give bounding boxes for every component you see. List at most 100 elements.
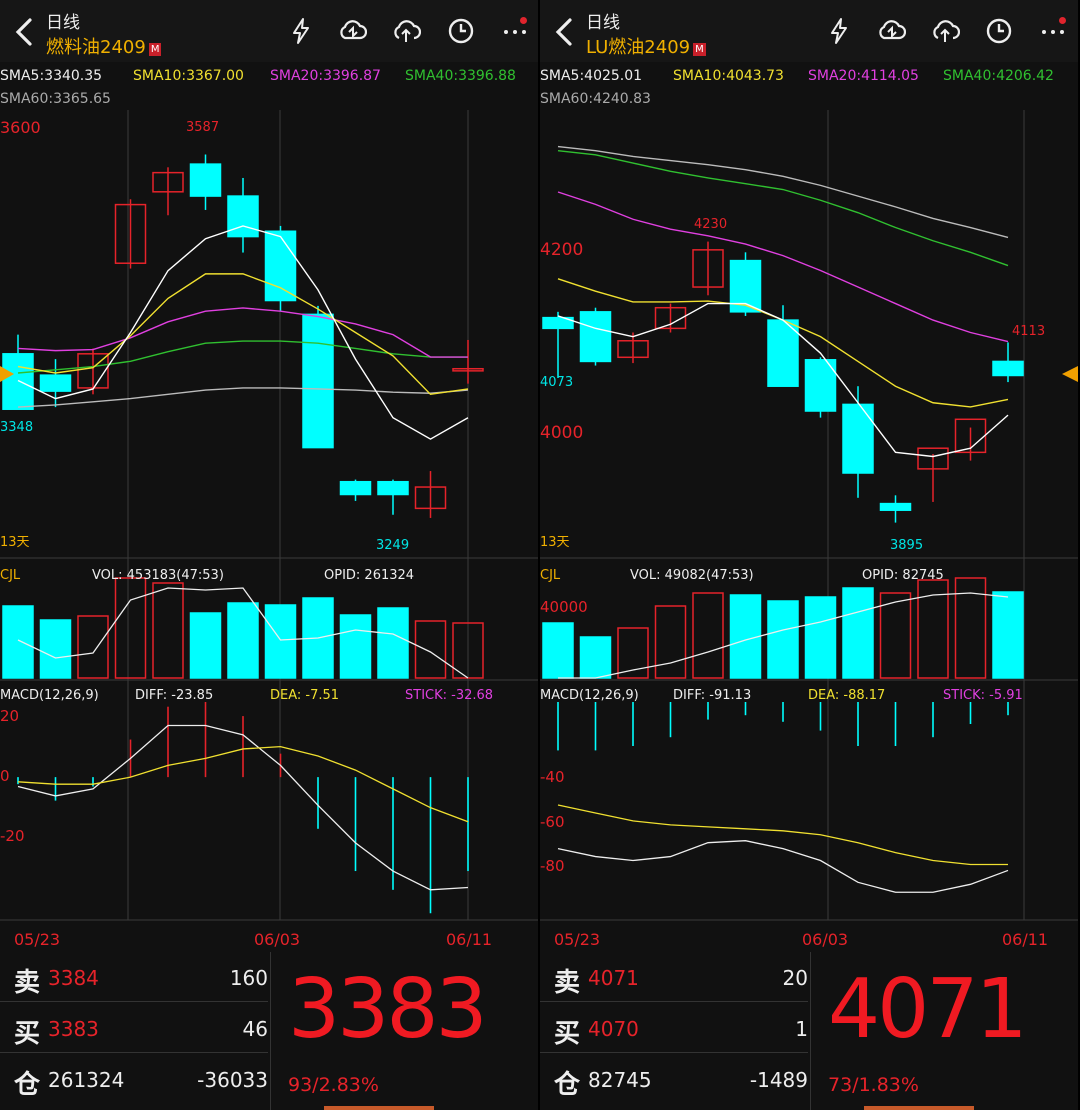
- buy-price: 4070: [588, 1017, 639, 1041]
- symbol-name: 燃料油2409: [46, 37, 146, 58]
- volume-bar: [879, 592, 912, 679]
- volume-bar: [767, 600, 799, 679]
- change-bar: [324, 1106, 434, 1110]
- period-label[interactable]: 日线: [46, 8, 80, 33]
- dea-line: [557, 804, 1008, 866]
- buy-label: 买: [14, 1019, 41, 1049]
- back-arrow-icon[interactable]: [10, 12, 40, 52]
- buy-row[interactable]: 买 3383 46: [0, 1003, 268, 1053]
- low-marker: 3249: [376, 538, 410, 553]
- macd-name[interactable]: MACD(12,26,9): [0, 688, 99, 704]
- high-marker: 4230: [694, 217, 728, 232]
- macd-tick: 0: [0, 767, 10, 785]
- symbol-name: LU燃油2409: [586, 37, 691, 58]
- candle-body: [39, 374, 72, 392]
- volume-bar: [339, 614, 372, 679]
- sma5-line: [17, 225, 469, 440]
- sma60-label: SMA60:4240.83: [540, 91, 651, 107]
- cloud-sync-icon[interactable]: [876, 16, 906, 46]
- price-change: 73/1.83%: [828, 1074, 919, 1096]
- date-label: 05/23: [554, 930, 601, 949]
- price-axis-top: 3600: [0, 118, 41, 137]
- top-bar: 日线 燃料油2409 M: [0, 0, 538, 62]
- diff-value: DIFF: -91.13: [673, 688, 752, 703]
- chart-panel-lu-fuel-oil: 日线 LU燃油2409 M SMA5:4025.01 SMA10:4043.73 …: [540, 0, 1078, 1110]
- period-label[interactable]: 日线: [586, 8, 620, 33]
- sell-price: 4071: [588, 966, 639, 990]
- vol-value: VOL: 49082(47:53): [630, 568, 754, 583]
- volume-bar: [579, 636, 612, 679]
- sell-label: 卖: [554, 968, 581, 998]
- kline-chart[interactable]: 3600 3587 3348 3249 13天 CJL VOL: 453183(…: [0, 110, 538, 950]
- quote-box: 卖 3384 160 买 3383 46 仓 261324 -36033 338…: [0, 952, 538, 1110]
- sma10-label: SMA10:3367.00: [133, 68, 244, 84]
- volume-bar: [542, 622, 574, 679]
- sell-label: 卖: [14, 968, 41, 998]
- symbol-title[interactable]: LU燃油2409 M: [586, 33, 706, 59]
- main-contract-badge: M: [693, 43, 706, 56]
- clock-icon[interactable]: [984, 16, 1014, 46]
- cloud-sync-icon[interactable]: [337, 16, 367, 46]
- sell-row[interactable]: 卖 4071 20: [540, 952, 808, 1002]
- volume-bar: [729, 594, 762, 679]
- price-axis-label: 4200: [540, 240, 584, 260]
- buy-volume: 46: [242, 1017, 268, 1041]
- macd-name[interactable]: MACD(12,26,9): [540, 688, 639, 704]
- candle-body: [227, 195, 259, 238]
- open-interest-row[interactable]: 仓 261324 -36033: [0, 1054, 268, 1104]
- lightning-icon[interactable]: [824, 16, 854, 46]
- kline-svg[interactable]: [0, 110, 538, 950]
- macd-tick: -60: [540, 813, 565, 831]
- volume-bar: [377, 607, 409, 679]
- lightning-icon[interactable]: [286, 16, 316, 46]
- oi-change: -36033: [197, 1068, 268, 1092]
- right-marker: 4113: [1012, 324, 1046, 339]
- sma20-label: SMA20:4114.05: [808, 68, 919, 84]
- macd-tick: -40: [540, 768, 565, 786]
- sma60-label: SMA60:3365.65: [0, 91, 111, 107]
- vol-value: VOL: 453183(47:53): [92, 568, 224, 583]
- stick-value: STICK: -32.68: [405, 688, 494, 703]
- sell-row[interactable]: 卖 3384 160: [0, 952, 268, 1002]
- low-marker-left: 4073: [540, 375, 574, 390]
- sma40-label: SMA40:4206.42: [943, 68, 1054, 84]
- open-interest-row[interactable]: 仓 82745 -1489: [540, 1054, 808, 1104]
- quote-box: 卖 4071 20 买 4070 1 仓 82745 -1489 4071 73…: [540, 952, 1078, 1110]
- sma5-label: SMA5:4025.01: [540, 68, 643, 84]
- candle-body: [302, 313, 334, 449]
- sma60-line: [557, 145, 1009, 239]
- volume-bar: [804, 596, 837, 679]
- volume-bar: [264, 604, 297, 679]
- oi-label: 仓: [14, 1070, 41, 1100]
- dea-value: DEA: -7.51: [270, 688, 340, 703]
- diff-line: [557, 840, 1009, 893]
- volume-bar: [114, 577, 147, 679]
- candle-body: [879, 502, 912, 511]
- clock-icon[interactable]: [446, 16, 476, 46]
- symbol-title[interactable]: 燃料油2409 M: [46, 33, 162, 59]
- candle-body: [2, 353, 34, 410]
- chart-panel-fuel-oil: 日线 燃料油2409 M SMA5:3340.35 SMA10:3367.00 S…: [0, 0, 538, 1110]
- volume-bar: [842, 587, 874, 679]
- main-contract-badge: M: [148, 43, 162, 56]
- cloud-upload-icon[interactable]: [930, 16, 960, 46]
- sma10-label: SMA10:4043.73: [673, 68, 784, 84]
- vol-indicator-name[interactable]: CJL: [540, 568, 560, 584]
- back-arrow-icon[interactable]: [550, 12, 580, 52]
- divider: [810, 952, 811, 1110]
- macd-tick: -80: [540, 857, 565, 875]
- opid-value: OPID: 82745: [862, 568, 944, 583]
- sma40-line: [557, 149, 1009, 267]
- macd-tick: 20: [0, 707, 20, 725]
- cloud-upload-icon[interactable]: [391, 16, 421, 46]
- days-count: 13天: [540, 535, 570, 550]
- kline-chart[interactable]: 4200 4000 4230 4113 4073 3895 13天 CJL VO…: [540, 110, 1078, 950]
- sma40-label: SMA40:3396.88: [405, 68, 516, 84]
- vol-indicator-name[interactable]: CJL: [0, 568, 20, 584]
- last-price-pointer: [1062, 366, 1078, 382]
- date-label: 06/11: [1002, 930, 1049, 949]
- candle-body: [189, 163, 222, 197]
- volume-bar: [77, 615, 109, 679]
- buy-row[interactable]: 买 4070 1: [540, 1003, 808, 1053]
- kline-svg[interactable]: [540, 110, 1078, 950]
